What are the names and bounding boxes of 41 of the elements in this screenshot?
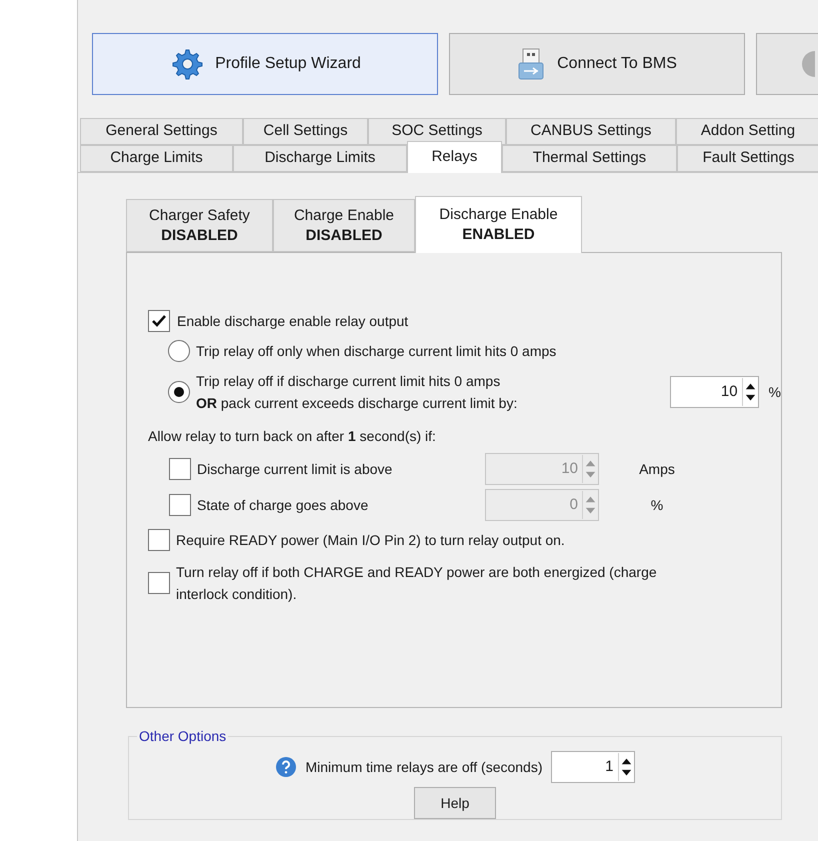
option-label: Require READY power (Main I/O Pin 2) to turn relay output on. <box>176 531 566 550</box>
unit-label: % <box>768 382 781 402</box>
relay-tab[interactable]: Charge Enable DISABLED <box>273 199 415 252</box>
checkbox[interactable] <box>148 572 170 594</box>
unit-label: % <box>650 496 664 514</box>
option-label: Trip relay off only when discharge current limit hits 0 amps <box>196 342 558 361</box>
option-label: State of charge goes above <box>197 496 370 515</box>
usb-drive-icon <box>517 47 546 81</box>
seconds-spinner[interactable]: 1 <box>550 751 635 783</box>
checkbox[interactable] <box>148 529 170 551</box>
toolbar-button[interactable]: Profile Setup Wizard <box>92 33 438 95</box>
radio-button[interactable] <box>168 340 190 362</box>
tab[interactable]: SOC Settings <box>368 118 506 145</box>
section-label: Allow relay to turn back on after 1 second(s) if: <box>148 427 437 446</box>
tab[interactable]: Cell Settings <box>243 118 368 145</box>
option-label: Trip relay off if discharge current limit hits 0 amps <box>196 372 502 391</box>
tab[interactable]: Relays <box>407 141 502 173</box>
toolbar-button[interactable]: Connect To BMS <box>449 33 745 95</box>
unit-label: Amps <box>638 460 676 479</box>
tab[interactable]: Addon Setting <box>676 118 818 145</box>
option-label: OR pack current exceeds discharge current limit by: <box>196 394 518 413</box>
checkmark-icon <box>151 313 167 329</box>
option-label: Turn relay off if both CHARGE and READY power are both energized (charge interlock condition). <box>176 563 658 604</box>
tab[interactable]: Fault Settings <box>677 145 818 172</box>
relay-tab[interactable]: Charger Safety DISABLED <box>126 199 273 252</box>
tab[interactable]: Charge Limits <box>80 145 233 172</box>
tab[interactable]: General Settings <box>80 118 243 145</box>
spin-arrows-icon[interactable] <box>618 753 634 781</box>
option-label: Minimum time relays are off (seconds) <box>305 758 543 777</box>
radio-button[interactable] <box>168 381 190 403</box>
spin-arrows-icon[interactable] <box>742 378 758 406</box>
option-label: Discharge current limit is above <box>197 460 394 479</box>
percent-spinner[interactable]: 10 <box>670 376 759 408</box>
relay-tab[interactable]: Discharge Enable ENABLED <box>415 196 582 253</box>
tab[interactable]: Thermal Settings <box>502 145 677 172</box>
tab[interactable]: Discharge Limits <box>233 145 407 172</box>
option-label: Enable discharge enable relay output <box>177 312 408 331</box>
tab[interactable]: CANBUS Settings <box>506 118 676 145</box>
help-icon[interactable] <box>275 756 298 778</box>
help-button[interactable]: Help <box>414 787 496 819</box>
checkbox[interactable] <box>148 310 170 332</box>
